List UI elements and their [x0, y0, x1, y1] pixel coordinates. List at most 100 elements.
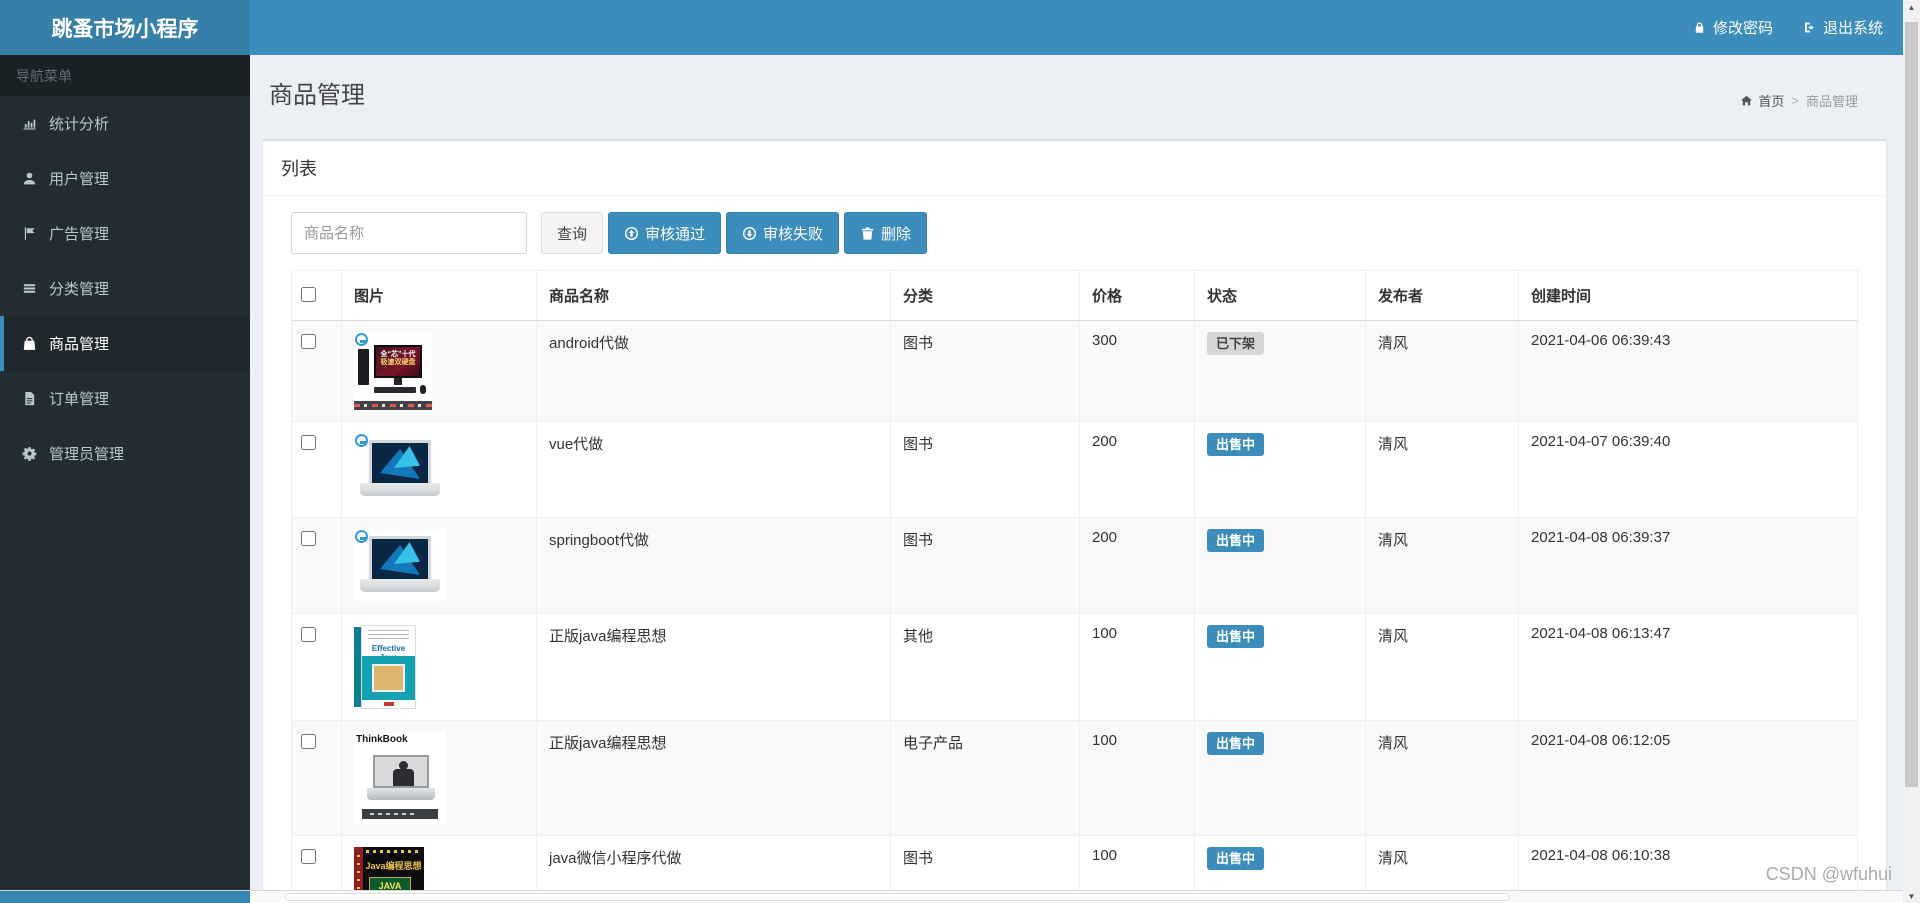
select-all-cell — [291, 270, 342, 321]
sidebar-item-label: 统计分析 — [49, 116, 110, 133]
gear-icon — [22, 446, 37, 461]
list-panel: 列表 查询 审核通过 审核失败 删除 — [262, 139, 1887, 903]
lock-icon — [1693, 21, 1706, 34]
col-header-price: 价格 — [1079, 270, 1195, 321]
breadcrumb-home-label: 首页 — [1758, 94, 1785, 109]
product-name: vue代做 — [536, 421, 891, 518]
sidebar-item-label: 广告管理 — [49, 226, 110, 243]
csdn-watermark: CSDN @wfuhui — [1765, 864, 1892, 884]
pc-monitor: 全“芯”十代 极速双硬盘 — [374, 345, 422, 385]
sidebar: 导航菜单 统计分析 用户管理 广告管理 分类管理 商品管理 订单管理 管理员管理 — [0, 55, 250, 891]
change-password-label: 修改密码 — [1712, 20, 1773, 37]
scroll-down-arrow-icon[interactable]: ▼ — [1903, 889, 1920, 903]
book-spine — [354, 627, 361, 707]
status-badge: 已下架 — [1207, 332, 1265, 355]
sidebar-item-label: 管理员管理 — [49, 446, 125, 463]
photo-banner — [354, 401, 432, 410]
bar-chart-icon — [22, 116, 37, 131]
select-all-checkbox[interactable] — [301, 287, 316, 302]
breadcrumb: 首页 > 商品管理 — [1740, 91, 1858, 110]
row-checkbox[interactable] — [301, 627, 316, 642]
product-price: 300 — [1079, 320, 1195, 422]
product-name: 正版java编程思想 — [536, 613, 891, 721]
table-header-row: 图片 商品名称 分类 价格 状态 发布者 创建时间 — [291, 270, 1858, 321]
product-photo-effective-java-book: Effective Java — [354, 625, 416, 709]
product-name: android代做 — [536, 320, 891, 422]
approve-button[interactable]: 审核通过 — [608, 212, 722, 254]
filter-toolbar: 查询 审核通过 审核失败 删除 — [291, 212, 1858, 254]
horizontal-scrollbar-thumb[interactable] — [285, 893, 1510, 901]
product-photo-thinkbook-laptop: ThinkBook — [354, 732, 446, 824]
row-checkbox[interactable] — [301, 334, 316, 349]
product-photo-dell-laptop — [354, 433, 446, 505]
change-password-link[interactable]: 修改密码 — [1693, 17, 1773, 38]
col-header-created: 创建时间 — [1518, 270, 1858, 321]
sidebar-item-categories[interactable]: 分类管理 — [0, 261, 250, 316]
list-icon — [22, 281, 37, 296]
product-publisher: 清风 — [1365, 320, 1519, 422]
laptop-base — [367, 788, 435, 800]
product-publisher: 清风 — [1365, 720, 1519, 836]
product-category: 图书 — [890, 421, 1080, 518]
table-row: ThinkBook 正版java编程思想 电子产品 100 出售中 清风 202… — [291, 720, 1858, 836]
product-publisher: 清风 — [1365, 613, 1519, 721]
sidebar-item-statistics[interactable]: 统计分析 — [0, 96, 250, 151]
product-category: 其他 — [890, 613, 1080, 721]
page-title: 商品管理 — [269, 82, 365, 109]
book-cover: Effective Java — [361, 625, 416, 709]
product-name: springboot代做 — [536, 517, 891, 614]
flag-icon — [22, 226, 37, 241]
col-header-name: 商品名称 — [536, 270, 891, 321]
content-area: 商品管理 首页 > 商品管理 列表 查询 审核通过 — [250, 55, 1903, 903]
sign-out-icon — [1803, 21, 1816, 34]
product-category: 电子产品 — [890, 720, 1080, 836]
dell-logo-icon — [355, 434, 368, 447]
user-icon — [22, 171, 37, 186]
table-row: springboot代做 图书 200 出售中 清风 2021-04-08 06… — [291, 517, 1858, 614]
dell-logo-icon — [355, 333, 368, 346]
row-checkbox[interactable] — [301, 849, 316, 864]
vertical-scrollbar[interactable]: ▲ ▼ — [1903, 0, 1920, 903]
row-checkbox[interactable] — [301, 435, 316, 450]
sidebar-item-ads[interactable]: 广告管理 — [0, 206, 250, 261]
logout-link[interactable]: 退出系统 — [1803, 17, 1883, 38]
table-row: Effective Java 正版java编程思想 其他 100 出售中 清风 … — [291, 613, 1858, 721]
status-badge: 出售中 — [1207, 847, 1265, 870]
vertical-scrollbar-thumb[interactable] — [1905, 22, 1918, 787]
row-checkbox[interactable] — [301, 734, 316, 749]
sidebar-item-label: 用户管理 — [49, 171, 110, 188]
app-brand[interactable]: 跳蚤市场小程序 — [0, 0, 250, 55]
product-publisher: 清风 — [1365, 421, 1519, 518]
product-photo-dell-desktop: 全“芯”十代 极速双硬盘 — [354, 332, 432, 410]
row-checkbox[interactable] — [301, 531, 316, 546]
sidebar-item-admins[interactable]: 管理员管理 — [0, 426, 250, 481]
product-name-search-input[interactable] — [291, 212, 527, 254]
circle-arrow-up-icon — [624, 226, 639, 241]
laptop-base — [360, 579, 440, 592]
product-name: 正版java编程思想 — [536, 720, 891, 836]
product-publisher: 清风 — [1365, 517, 1519, 614]
reject-button[interactable]: 审核失败 — [726, 212, 840, 254]
laptop-screen — [373, 755, 429, 788]
delete-button[interactable]: 删除 — [844, 212, 928, 254]
horizontal-scrollbar[interactable] — [0, 890, 1903, 903]
col-header-image: 图片 — [341, 270, 537, 321]
product-created: 2021-04-08 06:12:05 — [1518, 720, 1858, 836]
query-button[interactable]: 查询 — [541, 212, 604, 254]
sidebar-item-products[interactable]: 商品管理 — [0, 316, 250, 371]
sidebar-item-users[interactable]: 用户管理 — [0, 151, 250, 206]
document-icon — [22, 391, 37, 406]
sidebar-item-label: 分类管理 — [49, 281, 110, 298]
content-header: 商品管理 首页 > 商品管理 — [250, 55, 1903, 139]
breadcrumb-home-link[interactable]: 首页 — [1740, 91, 1784, 110]
scroll-up-arrow-icon[interactable]: ▲ — [1903, 0, 1920, 14]
circle-arrow-down-icon — [742, 226, 757, 241]
pc-tower — [358, 349, 369, 385]
table-row: vue代做 图书 200 出售中 清风 2021-04-07 06:39:40 — [291, 421, 1858, 518]
panel-title: 列表 — [263, 141, 1886, 196]
sidebar-item-orders[interactable]: 订单管理 — [0, 371, 250, 426]
status-badge: 出售中 — [1207, 529, 1265, 552]
pc-keyboard — [374, 387, 416, 393]
product-price: 200 — [1079, 421, 1195, 518]
breadcrumb-current: 商品管理 — [1805, 94, 1858, 109]
